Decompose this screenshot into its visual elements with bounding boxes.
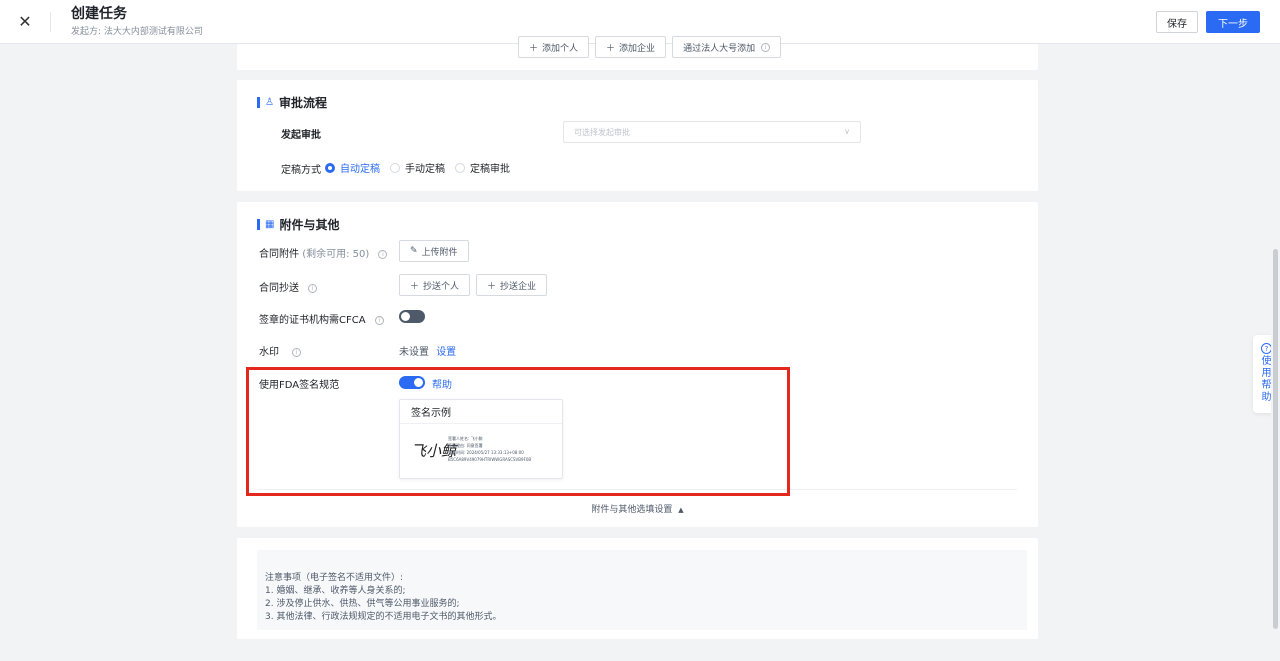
cc-label-text: 合同抄送 [259, 283, 299, 294]
attachment-grid-icon: ▦ [265, 219, 275, 230]
sig-meta-line: 签署时间: 2024/05/27 13:33:13+08:00 [448, 450, 524, 455]
cc-company-label: 抄送企业 [500, 281, 537, 292]
finalize-method-label: 定稿方式 [281, 165, 321, 176]
chevron-down-icon: ∨ [844, 127, 850, 136]
optional-settings-toggle[interactable]: 附件与其他选填设置 ▲ [237, 502, 1038, 515]
toggle-knob [414, 378, 423, 387]
contract-attachment-label: 合同附件 (剩余可用: 50) i [259, 245, 388, 260]
toggle-knob [401, 312, 410, 321]
attachment-remaining: (剩余可用: 50) [302, 249, 370, 260]
plus-icon: ＋ [410, 281, 420, 292]
radio-label: 手动定稿 [405, 164, 445, 175]
section-marker [257, 97, 260, 108]
radio-unchecked-icon [455, 162, 465, 173]
radio-manual-finalize[interactable]: 手动定稿 [390, 160, 445, 175]
attachment-label-text: 合同附件 [259, 249, 299, 260]
sig-meta-line: B5C6A89V49079HTRIWWGRASCSVB9F0B [448, 457, 532, 462]
info-icon: i [761, 42, 771, 52]
notes-item: 1. 婚姻、继承、收养等人身关系的; [265, 586, 406, 596]
info-icon: i [374, 315, 384, 325]
notes-item: 2. 涉及停止供水、供热、供气等公用事业服务的; [265, 599, 460, 609]
close-icon[interactable]: ✕ [0, 0, 50, 44]
cfca-label: 签章的证书机构需CFCA i [259, 311, 384, 326]
cc-person-label: 抄送个人 [423, 281, 460, 292]
page-subtitle: 发起方: 法大大内部测试有限公司 [71, 27, 203, 37]
cfca-toggle[interactable] [399, 310, 425, 323]
start-approval-select[interactable]: 可选择发起审批 ∨ [563, 121, 861, 143]
fda-toggle[interactable] [399, 376, 425, 389]
watermark-status: 未设置 [399, 347, 429, 358]
signature-example-card: 签名示例 飞小鲸 签署人姓名: 飞小鲸 签署理由: 同意签署 签署时间: 202… [399, 399, 563, 479]
attachments-section-title: ▦ 附件与其他 [257, 216, 339, 233]
info-icon: i [378, 249, 388, 259]
section-divider [257, 489, 1017, 490]
start-approval-label: 发起审批 [281, 130, 321, 141]
cc-company-button[interactable]: ＋ 抄送企业 [476, 274, 548, 296]
plus-icon: ＋ [529, 43, 539, 54]
plus-icon: ＋ [487, 281, 497, 292]
signature-metadata: 签署人姓名: 飞小鲸 签署理由: 同意签署 签署时间: 2024/05/27 1… [448, 435, 531, 463]
finalize-radio-group: 自动定稿 手动定稿 定稿审批 [325, 160, 520, 175]
notes-panel: 注意事项（电子签名不适用文件）: 1. 婚姻、继承、收养等人身关系的; 2. 涉… [257, 550, 1027, 630]
page-title: 创建任务 [71, 6, 127, 22]
save-button[interactable]: 保存 [1156, 11, 1198, 33]
section-marker [257, 219, 260, 230]
approval-card: ♙ 审批流程 发起审批 可选择发起审批 ∨ 定稿方式 自动定稿 手动定稿 定稿审… [237, 80, 1038, 191]
upload-label: 上传附件 [421, 247, 458, 258]
sig-meta-line: 签署人姓名: 飞小鲸 [448, 436, 483, 441]
notes-title: 注意事项（电子签名不适用文件）: [265, 573, 404, 583]
watermark-label: 水印 i [259, 343, 302, 358]
cc-buttons: ＋ 抄送个人 ＋ 抄送企业 [399, 274, 548, 296]
add-person-label: 添加个人 [542, 43, 579, 54]
header-titles: 创建任务 发起方: 法大大内部测试有限公司 [71, 6, 203, 37]
add-by-role-button[interactable]: 通过法人大号添加 i [672, 36, 782, 58]
caret-up-icon: ▲ [678, 506, 684, 514]
radio-checked-icon [325, 162, 335, 173]
add-by-role-label: 通过法人大号添加 [683, 43, 756, 54]
approval-title-text: 审批流程 [278, 96, 327, 110]
watermark-settings-link[interactable]: 设置 [436, 347, 456, 358]
next-step-button[interactable]: 下一步 [1206, 11, 1260, 33]
attachments-title-text: 附件与其他 [279, 218, 340, 232]
cfca-label-text: 签章的证书机构需CFCA [259, 315, 366, 326]
start-approval-placeholder: 可选择发起审批 [574, 127, 630, 137]
add-person-button[interactable]: ＋ 添加个人 [518, 36, 590, 58]
sig-meta-line: 签署理由: 同意签署 [448, 443, 483, 448]
header-divider [50, 11, 51, 32]
optional-settings-label: 附件与其他选填设置 [591, 505, 673, 515]
watermark-label-text: 水印 [259, 347, 279, 358]
add-company-label: 添加企业 [619, 43, 656, 54]
approval-section-title: ♙ 审批流程 [257, 94, 327, 111]
plus-icon: ＋ [606, 43, 616, 54]
fda-help-link[interactable]: 帮助 [432, 376, 452, 391]
scrollbar-thumb[interactable] [1273, 249, 1278, 629]
scrollbar-track [1271, 44, 1280, 661]
attachments-card: ▦ 附件与其他 合同附件 (剩余可用: 50) i ✎ 上传附件 合同抄送 i … [237, 202, 1038, 527]
radio-label: 定稿审批 [470, 164, 510, 175]
info-icon: i [308, 283, 318, 293]
participant-buttons: ＋ 添加个人 ＋ 添加企业 通过法人大号添加 i [518, 36, 782, 58]
contract-cc-label: 合同抄送 i [259, 279, 318, 294]
notes-item: 3. 其他法律、行政法规规定的不适用电子文书的其他形式。 [265, 612, 502, 622]
approval-flow-icon: ♙ [265, 97, 274, 108]
radio-approval-finalize[interactable]: 定稿审批 [455, 160, 510, 175]
cc-person-button[interactable]: ＋ 抄送个人 [399, 274, 471, 296]
signature-example-title: 签名示例 [400, 400, 562, 424]
radio-auto-finalize[interactable]: 自动定稿 [325, 160, 380, 175]
info-icon: i [292, 347, 302, 357]
participants-card: ＋ 添加个人 ＋ 添加企业 通过法人大号添加 i [237, 36, 1038, 70]
watermark-value: 未设置 设置 [399, 343, 456, 358]
radio-unchecked-icon [390, 162, 400, 173]
notes-card: 注意事项（电子签名不适用文件）: 1. 婚姻、继承、收养等人身关系的; 2. 涉… [237, 538, 1038, 639]
add-company-button[interactable]: ＋ 添加企业 [595, 36, 667, 58]
upload-attachment-button[interactable]: ✎ 上传附件 [399, 240, 469, 262]
paperclip-icon: ✎ [410, 246, 418, 256]
radio-label: 自动定稿 [340, 164, 380, 175]
header-actions: 保存 下一步 [1156, 11, 1260, 33]
fda-label: 使用FDA签名规范 [259, 380, 340, 391]
